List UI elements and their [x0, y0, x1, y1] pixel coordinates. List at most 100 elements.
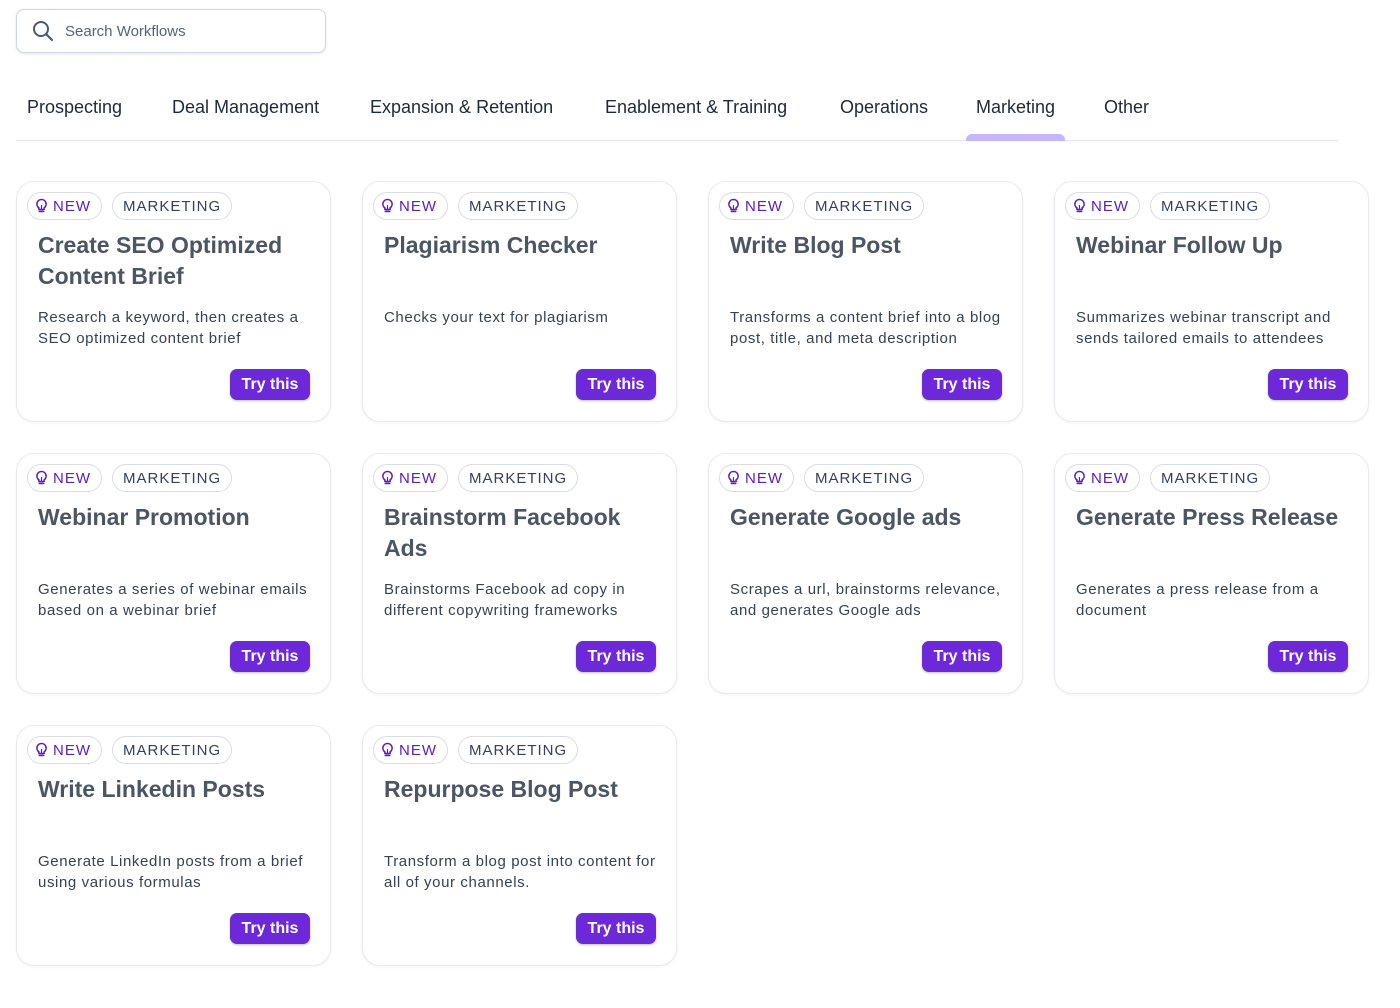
try-this-button[interactable]: Try this: [922, 369, 1002, 400]
card-badges: NEW MARKETING: [719, 192, 925, 220]
card-title: Plagiarism Checker: [384, 232, 598, 258]
try-this-button[interactable]: Try this: [576, 641, 656, 672]
category-badge: MARKETING: [804, 192, 925, 220]
card-badges: NEW MARKETING: [373, 192, 579, 220]
workflow-card[interactable]: NEW MARKETING Brainstorm Facebook Ads Brain…: [362, 453, 677, 694]
card-description: Generate LinkedIn posts from a brief usi…: [38, 853, 304, 891]
search-bar[interactable]: [16, 9, 326, 53]
card-title: Webinar Follow Up: [1076, 232, 1283, 258]
workflows-page: Prospecting Deal Management Expansion & …: [0, 0, 1400, 1008]
try-this-button[interactable]: Try this: [1268, 641, 1348, 672]
workflow-card[interactable]: NEW MARKETING Webinar Promotion Generates a…: [16, 453, 331, 694]
category-badge: MARKETING: [112, 192, 233, 220]
lightbulb-icon: [35, 742, 48, 758]
category-badge: MARKETING: [458, 464, 579, 492]
category-badge: MARKETING: [112, 736, 233, 764]
new-badge: NEW: [719, 192, 794, 220]
card-description: Generates a series of webinar emails bas…: [38, 581, 308, 619]
new-badge-label: NEW: [745, 197, 783, 215]
tab-operations[interactable]: Operations: [840, 88, 928, 140]
category-badge: MARKETING: [458, 736, 579, 764]
card-badges: NEW MARKETING: [27, 464, 233, 492]
card-title: Brainstorm Facebook Ads: [384, 504, 621, 561]
workflow-card[interactable]: NEW MARKETING Generate Google ads Scrapes a…: [708, 453, 1023, 694]
card-description: Research a keyword, then creates a SEO o…: [38, 309, 299, 347]
active-tab-indicator: [966, 134, 1066, 141]
tab-label: Deal Management: [172, 97, 320, 117]
try-this-button[interactable]: Try this: [576, 369, 656, 400]
new-badge-label: NEW: [1091, 197, 1129, 215]
new-badge-label: NEW: [399, 741, 437, 759]
lightbulb-icon: [727, 470, 740, 486]
card-badges: NEW MARKETING: [1065, 464, 1271, 492]
lightbulb-icon: [35, 470, 48, 486]
tab-other[interactable]: Other: [1104, 88, 1149, 140]
lightbulb-icon: [1073, 470, 1086, 486]
new-badge: NEW: [1065, 192, 1140, 220]
new-badge-label: NEW: [399, 469, 437, 487]
card-badges: NEW MARKETING: [27, 736, 233, 764]
category-badge: MARKETING: [1150, 464, 1271, 492]
tab-prospecting[interactable]: Prospecting: [27, 88, 122, 140]
card-description: Brainstorms Facebook ad copy in differen…: [384, 581, 626, 619]
new-badge-label: NEW: [745, 469, 783, 487]
new-badge: NEW: [27, 464, 102, 492]
card-description: Transforms a content brief into a blog p…: [730, 309, 1001, 347]
category-badge: MARKETING: [804, 464, 925, 492]
tab-expansion-retention[interactable]: Expansion & Retention: [370, 88, 553, 140]
card-badges: NEW MARKETING: [373, 736, 579, 764]
lightbulb-icon: [381, 198, 394, 214]
tab-deal-management[interactable]: Deal Management: [172, 88, 319, 140]
tab-marketing[interactable]: Marketing: [966, 88, 1066, 141]
workflow-card[interactable]: NEW MARKETING Write Blog Post Transforms a …: [708, 181, 1023, 422]
card-title: Repurpose Blog Post: [384, 776, 618, 802]
try-this-button[interactable]: Try this: [1268, 369, 1348, 400]
workflow-card[interactable]: NEW MARKETING Create SEO Optimized Content…: [16, 181, 331, 422]
try-this-button[interactable]: Try this: [576, 913, 656, 944]
lightbulb-icon: [381, 742, 394, 758]
card-badges: NEW MARKETING: [27, 192, 233, 220]
new-badge: NEW: [1065, 464, 1140, 492]
search-icon: [31, 19, 55, 43]
lightbulb-icon: [35, 198, 48, 214]
workflow-card[interactable]: NEW MARKETING Generate Press Release Genera…: [1054, 453, 1369, 694]
card-description: Scrapes a url, brainstorms relevance, an…: [730, 581, 1001, 619]
lightbulb-icon: [727, 198, 740, 214]
category-badge: MARKETING: [458, 192, 579, 220]
search-input[interactable]: [65, 22, 305, 40]
try-this-button[interactable]: Try this: [922, 641, 1002, 672]
card-description: Generates a press release from a documen…: [1076, 581, 1319, 619]
lightbulb-icon: [1073, 198, 1086, 214]
category-badge: MARKETING: [1150, 192, 1271, 220]
card-badges: NEW MARKETING: [719, 464, 925, 492]
new-badge: NEW: [373, 464, 448, 492]
card-badges: NEW MARKETING: [1065, 192, 1271, 220]
new-badge-label: NEW: [1091, 469, 1129, 487]
category-badge: MARKETING: [112, 464, 233, 492]
workflow-card[interactable]: NEW MARKETING Write Linkedin Posts Generate…: [16, 725, 331, 966]
workflow-card[interactable]: NEW MARKETING Webinar Follow Up Summarizes …: [1054, 181, 1369, 422]
card-badges: NEW MARKETING: [373, 464, 579, 492]
try-this-button[interactable]: Try this: [230, 369, 310, 400]
new-badge-label: NEW: [53, 469, 91, 487]
new-badge: NEW: [719, 464, 794, 492]
new-badge: NEW: [27, 736, 102, 764]
new-badge-label: NEW: [399, 197, 437, 215]
workflow-card[interactable]: NEW MARKETING Repurpose Blog Post Transform…: [362, 725, 677, 966]
try-this-button[interactable]: Try this: [230, 913, 310, 944]
tab-enablement-training[interactable]: Enablement & Training: [605, 88, 787, 140]
tab-label: Prospecting: [27, 97, 123, 117]
try-this-button[interactable]: Try this: [230, 641, 310, 672]
lightbulb-icon: [381, 470, 394, 486]
card-description: Summarizes webinar transcript and sends …: [1076, 309, 1331, 347]
new-badge-label: NEW: [53, 741, 91, 759]
workflow-card[interactable]: NEW MARKETING Plagiarism Checker Checks you…: [362, 181, 677, 422]
new-badge: NEW: [373, 192, 448, 220]
tab-label: Operations: [840, 97, 929, 117]
card-title: Generate Google ads: [730, 504, 962, 530]
new-badge: NEW: [27, 192, 102, 220]
new-badge-label: NEW: [53, 197, 91, 215]
card-title: Webinar Promotion: [38, 504, 250, 530]
tab-label: Marketing: [976, 97, 1056, 117]
card-title: Write Blog Post: [730, 232, 901, 258]
